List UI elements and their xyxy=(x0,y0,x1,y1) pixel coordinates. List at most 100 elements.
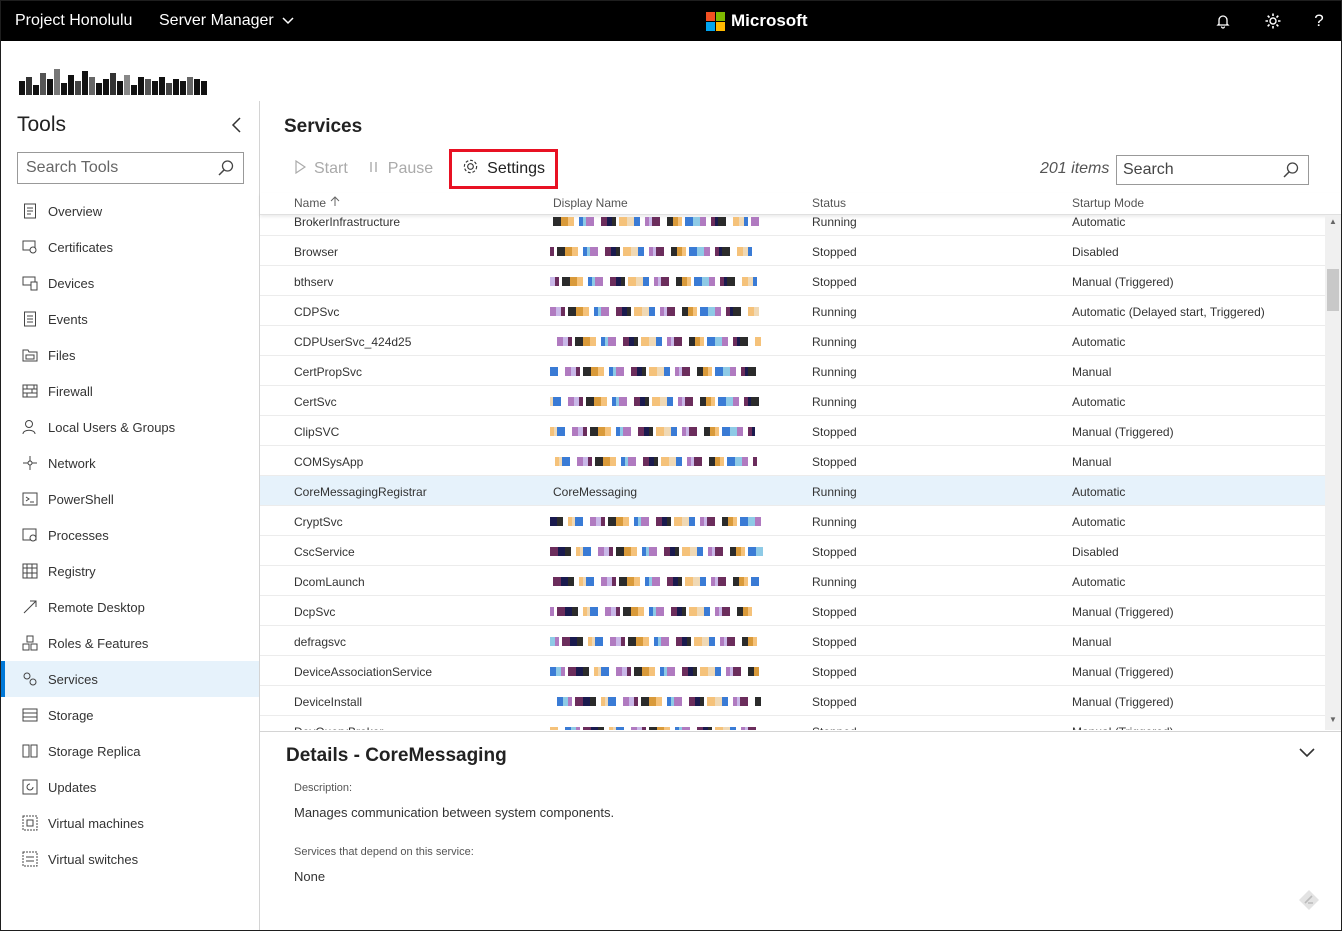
cell-name: ClipSVC xyxy=(294,425,340,439)
table-row[interactable]: BrokerInfrastructure Running Automatic xyxy=(260,215,1325,236)
cell-display-name-obscured xyxy=(550,637,795,646)
remote-desktop-icon xyxy=(21,599,38,616)
search-icon[interactable] xyxy=(1282,161,1300,184)
sidebar-item-label: Virtual switches xyxy=(48,851,139,867)
help-icon[interactable]: ? xyxy=(1308,10,1330,32)
sidebar-item-local-users-groups[interactable]: Local Users & Groups xyxy=(1,409,259,445)
services-toolbar: Start Pause Settings xyxy=(284,149,558,189)
processes-icon xyxy=(21,527,38,544)
table-row[interactable]: CryptSvc Running Automatic xyxy=(260,506,1325,536)
table-row[interactable]: ClipSVC Stopped Manual (Triggered) xyxy=(260,416,1325,446)
settings-button[interactable]: Settings xyxy=(449,149,558,189)
column-display-header[interactable]: Display Name xyxy=(553,196,628,210)
sidebar-item-processes[interactable]: Processes xyxy=(1,517,259,553)
table-row[interactable]: COMSysApp Stopped Manual xyxy=(260,446,1325,476)
overview-icon xyxy=(21,203,38,220)
cell-name: CDPSvc xyxy=(294,305,340,319)
sidebar-item-firewall[interactable]: Firewall xyxy=(1,373,259,409)
table-row[interactable]: CertSvc Running Automatic xyxy=(260,386,1325,416)
table-row[interactable]: CscService Stopped Disabled xyxy=(260,536,1325,566)
sidebar-item-label: Local Users & Groups xyxy=(48,419,176,435)
storage-replica-icon xyxy=(21,743,38,760)
table-row[interactable]: bthserv Stopped Manual (Triggered) xyxy=(260,266,1325,296)
server-manager-menu[interactable]: Server Manager xyxy=(159,12,294,30)
updates-icon xyxy=(21,779,38,796)
sidebar-item-files[interactable]: Files xyxy=(1,337,259,373)
cell-name: DcomLaunch xyxy=(294,575,365,589)
search-services-input[interactable]: Search xyxy=(1116,155,1309,185)
pause-button[interactable]: Pause xyxy=(358,151,443,187)
table-row[interactable]: CDPSvc Running Automatic (Delayed start, T… xyxy=(260,296,1325,326)
table-row[interactable]: DcomLaunch Running Automatic xyxy=(260,566,1325,596)
pause-icon xyxy=(368,160,380,179)
feedback-icon[interactable] xyxy=(1297,888,1321,917)
cell-startup-mode: Disabled xyxy=(1072,545,1119,559)
sidebar-item-virtual-machines[interactable]: Virtual machines xyxy=(1,805,259,841)
sidebar-item-label: Remote Desktop xyxy=(48,599,145,615)
gear-icon[interactable] xyxy=(1262,10,1284,32)
start-button[interactable]: Start xyxy=(284,151,358,187)
description-label: Description: xyxy=(294,782,353,794)
cell-startup-mode: Automatic xyxy=(1072,575,1126,589)
sidebar-item-updates[interactable]: Updates xyxy=(1,769,259,805)
cell-name: CDPUserSvc_424d25 xyxy=(294,335,412,349)
storage-icon xyxy=(21,707,38,724)
bell-icon[interactable] xyxy=(1212,10,1234,32)
tools-title: Tools xyxy=(17,113,67,136)
sidebar-item-events[interactable]: Events xyxy=(1,301,259,337)
table-row[interactable]: CDPUserSvc_424d25 Running Automatic xyxy=(260,326,1325,356)
microsoft-squares-icon xyxy=(706,11,725,31)
table-row[interactable]: CertPropSvc Running Manual xyxy=(260,356,1325,386)
sidebar-item-services[interactable]: Services xyxy=(1,661,259,697)
cell-status: Stopped xyxy=(812,425,857,439)
scroll-down-icon[interactable]: ▼ xyxy=(1329,715,1337,724)
sidebar-item-certificates[interactable]: Certificates xyxy=(1,229,259,265)
table-row[interactable]: DcpSvc Stopped Manual (Triggered) xyxy=(260,596,1325,626)
cell-startup-mode: Manual (Triggered) xyxy=(1072,725,1174,730)
table-row[interactable]: DevQueryBroker Stopped Manual (Triggered) xyxy=(260,716,1325,730)
services-panel: Services Start Pause Settings 201 items … xyxy=(260,101,1341,930)
column-status-header[interactable]: Status xyxy=(812,196,846,210)
scrollbar-thumb[interactable] xyxy=(1327,269,1339,311)
column-name-label: Name xyxy=(294,196,327,210)
cell-startup-mode: Manual (Triggered) xyxy=(1072,665,1174,679)
scroll-up-icon[interactable]: ▲ xyxy=(1329,217,1337,226)
cell-status: Stopped xyxy=(812,725,857,730)
sidebar-item-devices[interactable]: Devices xyxy=(1,265,259,301)
table-row[interactable]: Browser Stopped Disabled xyxy=(260,236,1325,266)
cell-startup-mode: Automatic xyxy=(1072,485,1126,499)
table-row[interactable]: CoreMessagingRegistrar CoreMessaging Runni… xyxy=(260,476,1325,506)
users-icon xyxy=(21,419,38,436)
table-row[interactable]: defragsvc Stopped Manual xyxy=(260,626,1325,656)
cell-name: COMSysApp xyxy=(294,455,364,469)
chevron-down-icon[interactable] xyxy=(1298,746,1316,764)
sidebar-item-storage[interactable]: Storage xyxy=(1,697,259,733)
sidebar-item-roles-features[interactable]: Roles & Features xyxy=(1,625,259,661)
sidebar-item-storage-replica[interactable]: Storage Replica xyxy=(1,733,259,769)
sidebar-item-label: Storage xyxy=(48,707,94,723)
sidebar-item-registry[interactable]: Registry xyxy=(1,553,259,589)
sidebar-item-label: Virtual machines xyxy=(48,815,144,831)
search-tools-input[interactable]: Search Tools xyxy=(17,152,244,184)
table-row[interactable]: DeviceInstall Stopped Manual (Triggered) xyxy=(260,686,1325,716)
cell-display-name-obscured xyxy=(550,217,795,226)
sidebar-item-powershell[interactable]: PowerShell xyxy=(1,481,259,517)
sidebar-item-overview[interactable]: Overview xyxy=(1,193,259,229)
cell-name: Browser xyxy=(294,245,339,259)
column-name-header[interactable]: Name xyxy=(294,196,340,210)
description-value: Manages communication between system com… xyxy=(294,805,615,820)
search-icon[interactable] xyxy=(217,159,235,182)
grid-scrollbar[interactable]: ▲ ▼ xyxy=(1325,215,1341,730)
services-grid: BrokerInfrastructure Running Automatic Brow… xyxy=(260,215,1325,730)
collapse-sidebar-icon[interactable] xyxy=(227,115,247,135)
table-row[interactable]: DeviceAssociationService Stopped Manual (T… xyxy=(260,656,1325,686)
sidebar-item-remote-desktop[interactable]: Remote Desktop xyxy=(1,589,259,625)
column-startup-header[interactable]: Startup Mode xyxy=(1072,196,1144,210)
cell-display-name-obscured xyxy=(550,727,795,730)
sidebar-item-network[interactable]: Network xyxy=(1,445,259,481)
sidebar-item-virtual-switches[interactable]: Virtual switches xyxy=(1,841,259,877)
cell-display-name-obscured xyxy=(550,607,795,616)
app-title[interactable]: Project Honolulu xyxy=(15,12,132,30)
start-label: Start xyxy=(314,160,348,177)
powershell-icon xyxy=(21,491,38,508)
